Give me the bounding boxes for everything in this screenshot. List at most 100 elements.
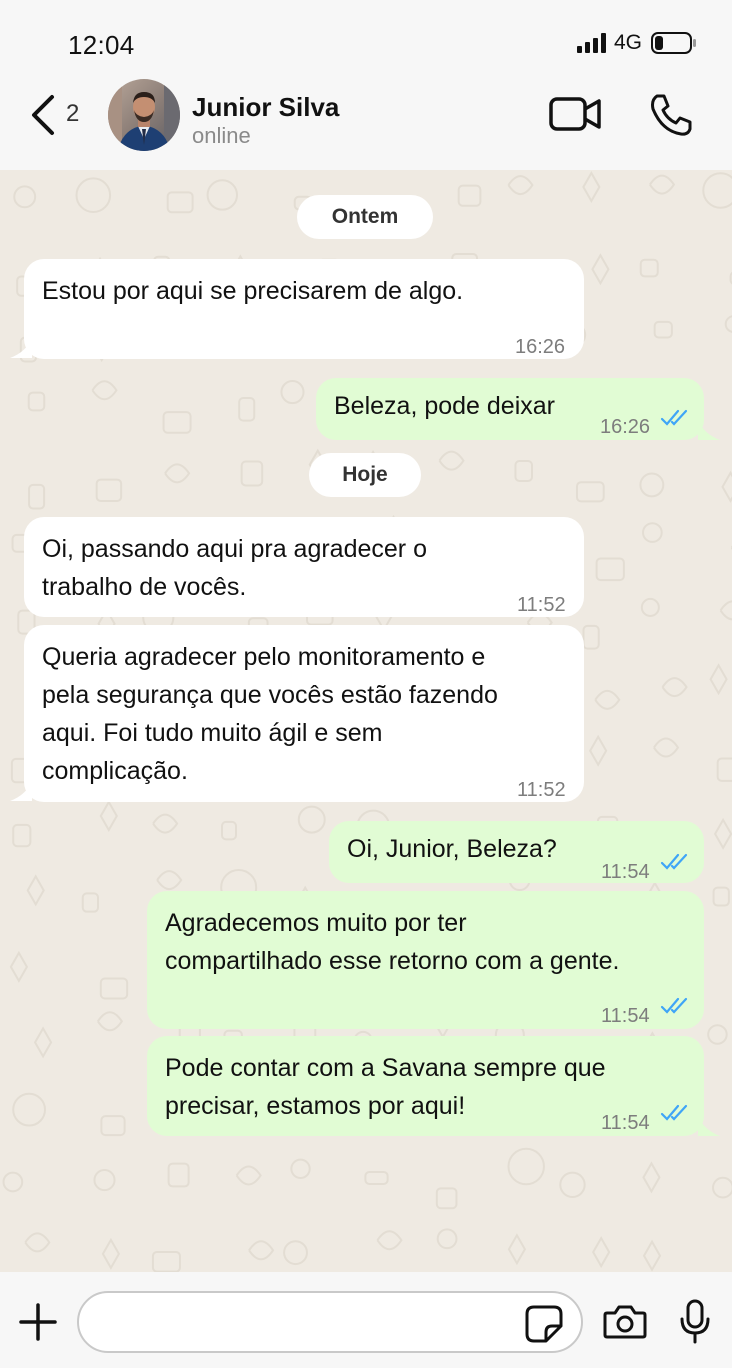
- bubble-tail: [10, 338, 32, 358]
- microphone-icon[interactable]: [678, 1299, 712, 1345]
- wallpaper-doodle: [99, 800, 118, 833]
- wallpaper-doodle: [2, 1171, 24, 1193]
- phone-icon[interactable]: [648, 92, 694, 138]
- back-button[interactable]: 2: [24, 90, 94, 140]
- message-text: Estou por aqui se precisarem de algo.: [42, 277, 464, 305]
- wallpaper-doodle: [661, 677, 688, 698]
- wallpaper-doodle: [639, 472, 665, 498]
- wallpaper-doodle: [283, 1240, 308, 1266]
- wallpaper-doodle: [240, 460, 264, 487]
- wallpaper-doodle: [639, 258, 659, 278]
- wallpaper-doodle: [95, 478, 123, 502]
- wallpaper-doodle: [99, 977, 129, 1000]
- wallpaper-doodle: [9, 950, 29, 983]
- wallpaper-doodle: [592, 1236, 611, 1269]
- status-bar: 12:04 4G: [0, 0, 732, 76]
- wallpaper-doodle: [376, 1230, 403, 1251]
- read-receipt-icon: [660, 997, 688, 1014]
- message-bubble-incoming[interactable]: Queria agradecer pelo monitoramento e pe…: [24, 625, 584, 802]
- wallpaper-doodle: [12, 823, 32, 848]
- message-time: 11:54: [601, 861, 650, 883]
- date-separator-yesterday: Ontem: [297, 195, 433, 239]
- message-text: complicação.: [42, 757, 188, 785]
- contact-name[interactable]: Junior Silva: [192, 92, 339, 123]
- bubble-tail: [698, 1116, 720, 1136]
- date-separator-today: Hoje: [309, 453, 421, 497]
- message-text: aqui. Foi tudo muito ágil e sem: [42, 719, 383, 747]
- wallpaper-doodle: [235, 1165, 262, 1186]
- wallpaper-doodle: [221, 820, 238, 841]
- message-text: Pode contar com a Savana sempre que: [165, 1054, 606, 1082]
- plus-icon[interactable]: [18, 1302, 58, 1342]
- wallpaper-doodle: [438, 450, 465, 471]
- wallpaper-doodle: [702, 172, 732, 209]
- wallpaper-doodle: [167, 1162, 190, 1188]
- message-bubble-outgoing[interactable]: Pode contar com a Savana sempre que prec…: [147, 1036, 704, 1136]
- wallpaper-doodle: [280, 380, 305, 405]
- wallpaper-doodle: [97, 1011, 124, 1032]
- wallpaper-doodle: [26, 874, 45, 907]
- contact-status: online: [192, 123, 251, 148]
- wallpaper-doodle: [640, 597, 660, 617]
- network-label: 4G: [614, 31, 643, 54]
- wallpaper-doodle: [248, 1240, 275, 1261]
- wallpaper-doodle: [719, 600, 732, 621]
- chevron-left-icon: [32, 95, 54, 135]
- wallpaper-doodle: [507, 1233, 527, 1266]
- wallpaper-doodle: [582, 624, 600, 650]
- wallpaper-doodle: [166, 191, 194, 214]
- wallpaper-doodle: [297, 805, 326, 834]
- message-bubble-outgoing[interactable]: Oi, Junior, Beleza? 11:54: [329, 821, 704, 883]
- read-receipt-icon: [660, 853, 688, 870]
- wallpaper-doodle: [653, 320, 673, 339]
- message-time: 11:54: [601, 1005, 650, 1027]
- wallpaper-doodle: [28, 483, 46, 510]
- wallpaper-doodle: [514, 460, 534, 482]
- message-text: compartilhado esse retorno com a gente.: [165, 947, 620, 975]
- avatar[interactable]: [108, 79, 180, 151]
- wallpaper-doodle: [156, 870, 183, 891]
- avatar-photo: [108, 79, 180, 151]
- wallpaper-doodle: [594, 689, 621, 710]
- wallpaper-doodle: [13, 185, 37, 209]
- video-camera-icon[interactable]: [548, 94, 604, 134]
- wallpaper-doodle: [100, 1115, 126, 1137]
- wallpaper-doodle: [238, 397, 256, 422]
- bubble-tail: [698, 420, 720, 440]
- chat-header: 2 Junior Silva online: [0, 76, 732, 170]
- wallpaper-doodle: [151, 1250, 181, 1272]
- wallpaper-doodle: [507, 175, 534, 196]
- status-time: 12:04: [68, 30, 135, 60]
- message-time: 11:52: [517, 594, 566, 616]
- wallpaper-doodle: [582, 170, 601, 203]
- message-bubble-incoming[interactable]: Oi, passando aqui pra agradecer o trabal…: [24, 517, 584, 617]
- wallpaper-doodle: [595, 557, 625, 582]
- wallpaper-doodle: [575, 481, 605, 503]
- wallpaper-doodle: [364, 1170, 389, 1185]
- wallpaper-doodle: [436, 1228, 458, 1250]
- message-bubble-incoming[interactable]: Estou por aqui se precisarem de algo. 16…: [24, 259, 584, 359]
- message-bubble-outgoing[interactable]: Beleza, pode deixar 16:26: [316, 378, 704, 440]
- message-input[interactable]: [77, 1291, 583, 1353]
- sticker-icon[interactable]: [524, 1304, 564, 1344]
- read-receipt-icon: [660, 1104, 688, 1121]
- wallpaper-doodle: [709, 663, 728, 696]
- wallpaper-doodle: [713, 817, 732, 850]
- message-bubble-outgoing[interactable]: Agradecemos muito por ter compartilhado …: [147, 891, 704, 1029]
- wallpaper-doodle: [707, 1024, 728, 1045]
- camera-icon[interactable]: [603, 1304, 647, 1340]
- message-text: trabalho de vocês.: [42, 573, 247, 601]
- message-text: Queria agradecer pelo monitoramento e: [42, 643, 486, 671]
- wallpaper-doodle: [642, 1161, 661, 1194]
- wallpaper-doodle: [91, 380, 118, 401]
- wallpaper-doodle: [589, 734, 608, 767]
- wallpaper-doodle: [290, 1158, 311, 1179]
- wallpaper-doodle: [24, 1232, 51, 1253]
- wallpaper-doodle: [649, 174, 676, 195]
- chat-area[interactable]: Ontem Estou por aqui se precisarem de al…: [0, 170, 732, 1272]
- message-time: 11:52: [517, 779, 566, 801]
- message-time: 16:26: [515, 336, 566, 358]
- wallpaper-doodle: [507, 1147, 545, 1186]
- signal-icon: [577, 33, 606, 53]
- message-time: 16:26: [600, 416, 651, 438]
